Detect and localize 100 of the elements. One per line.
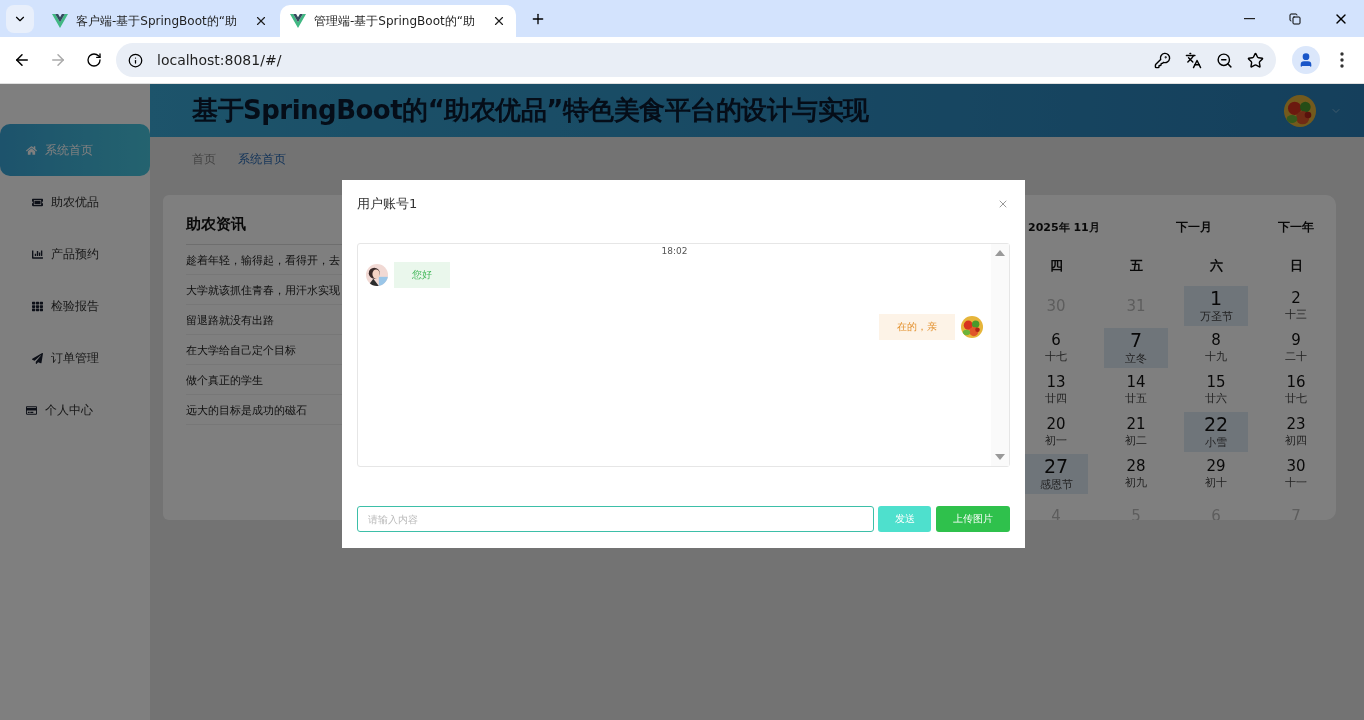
day-number: 27 xyxy=(1043,456,1069,477)
lunar-date: 十七 xyxy=(1045,348,1067,364)
day-number: 28 xyxy=(1126,458,1146,475)
home-icon xyxy=(26,144,37,156)
tab-title: 管理端-基于SpringBoot的“助 xyxy=(314,12,476,30)
lunar-date: 二十 xyxy=(1285,348,1307,364)
calendar-day[interactable]: 22 小雪 xyxy=(1184,412,1248,452)
calendar-day[interactable]: 16 廿七 xyxy=(1264,370,1328,410)
day-number: 6 xyxy=(1051,332,1061,349)
lunar-date: 十九 xyxy=(1205,348,1227,364)
message-input[interactable]: 请输入内容 xyxy=(357,506,875,532)
calendar-day[interactable]: 29 初十 xyxy=(1184,454,1248,494)
vue-logo-icon xyxy=(52,14,68,28)
day-number: 8 xyxy=(1211,332,1221,349)
lunar-date: 十一 xyxy=(1285,474,1307,490)
minimize-icon xyxy=(1243,17,1255,20)
calendar-day[interactable]: 7 立冬 xyxy=(1104,328,1168,368)
zoom-out-icon[interactable] xyxy=(1216,51,1233,69)
lunar-date: 立冬 xyxy=(1125,350,1147,366)
close-icon[interactable] xyxy=(492,14,506,28)
ticket-icon xyxy=(32,196,43,208)
restore-icon xyxy=(1289,12,1301,25)
day-number: 7 xyxy=(1129,330,1143,351)
message-bubble: 您好 xyxy=(394,262,450,288)
day-number: 29 xyxy=(1206,458,1226,475)
key-icon[interactable] xyxy=(1154,51,1171,69)
day-number: 16 xyxy=(1286,374,1306,391)
weekday-label: 四 xyxy=(1048,257,1064,275)
calendar-day[interactable]: 14 廿五 xyxy=(1104,370,1168,410)
scroll-up-icon[interactable] xyxy=(995,250,1005,256)
day-number: 9 xyxy=(1291,332,1301,349)
star-icon[interactable] xyxy=(1247,51,1264,69)
reload-icon xyxy=(86,52,102,68)
day-number: 22 xyxy=(1203,414,1229,435)
calendar-day[interactable]: 6 十七 xyxy=(1024,328,1088,368)
sidebar-item[interactable]: 产品预约 xyxy=(0,228,150,280)
translate-icon[interactable] xyxy=(1185,51,1202,69)
calendar-day[interactable]: 20 初一 xyxy=(1024,412,1088,452)
lunar-date: 廿四 xyxy=(1045,390,1067,406)
message-time: 18:02 xyxy=(661,246,688,256)
message-bubble: 在的，亲 xyxy=(879,314,955,340)
browser-tab[interactable]: 管理端-基于SpringBoot的“助 xyxy=(280,5,516,37)
lunar-date: 初二 xyxy=(1125,432,1147,448)
calendar-day[interactable]: 1 万圣节 xyxy=(1184,286,1248,326)
sidebar-item[interactable]: 订单管理 xyxy=(0,332,150,384)
next-year-button[interactable]: 下一年 xyxy=(1256,207,1336,247)
day-number: 13 xyxy=(1046,374,1066,391)
menu-icon xyxy=(1340,52,1344,68)
lunar-date: 初四 xyxy=(1285,432,1307,448)
info-icon[interactable] xyxy=(128,52,143,68)
sidebar-item[interactable]: 检验报告 xyxy=(0,280,150,332)
weekday-label: 五 xyxy=(1128,257,1144,275)
scroll-down-icon[interactable] xyxy=(995,454,1005,460)
day-number: 15 xyxy=(1206,374,1226,391)
breadcrumb-link[interactable]: 系统首页 xyxy=(238,150,286,168)
plane-icon xyxy=(32,352,43,364)
grid-icon xyxy=(32,300,43,312)
lunar-date: 万圣节 xyxy=(1199,308,1233,324)
address-bar[interactable]: localhost:8081/#/ xyxy=(116,43,1276,77)
calendar-day[interactable]: 27 感恩节 xyxy=(1024,454,1088,494)
day-number: 21 xyxy=(1126,416,1146,433)
day-number: 23 xyxy=(1286,416,1306,433)
calendar-day[interactable]: 13 廿四 xyxy=(1024,370,1088,410)
day-number: 2 xyxy=(1291,290,1301,307)
calendar-day[interactable]: 21 初二 xyxy=(1104,412,1168,452)
calendar-day[interactable]: 30 十一 xyxy=(1264,454,1328,494)
user-icon xyxy=(1298,52,1314,68)
lunar-date: 初九 xyxy=(1125,474,1147,490)
forward-arrow-icon xyxy=(49,51,67,69)
lunar-date: 初一 xyxy=(1045,432,1067,448)
next-month-button[interactable]: 下一月 xyxy=(1176,207,1256,247)
close-icon[interactable] xyxy=(254,14,268,28)
lunar-date: 廿七 xyxy=(1285,390,1307,406)
sidebar-item[interactable]: 助农优品 xyxy=(0,176,150,228)
day-number: 1 xyxy=(1209,288,1223,309)
sidebar-item[interactable]: 个人中心 xyxy=(0,384,150,436)
lunar-date: 初十 xyxy=(1205,474,1227,490)
close-icon xyxy=(997,198,1009,210)
calendar-day[interactable]: 8 十九 xyxy=(1184,328,1248,368)
lunar-date: 感恩节 xyxy=(1039,476,1073,492)
upload-button[interactable]: 上传图片 xyxy=(936,506,1010,532)
url-text: localhost:8081/#/ xyxy=(157,52,283,68)
weekday-label: 日 xyxy=(1288,257,1304,275)
weekday-label: 六 xyxy=(1208,257,1224,275)
day-number: 14 xyxy=(1126,374,1146,391)
calendar-day[interactable]: 15 廿六 xyxy=(1184,370,1248,410)
calendar-day[interactable]: 9 二十 xyxy=(1264,328,1328,368)
tab-title: 客户端-基于SpringBoot的“助 xyxy=(76,12,238,30)
dialog-title: 用户账号1 xyxy=(357,195,418,213)
calendar-day[interactable]: 23 初四 xyxy=(1264,412,1328,452)
vue-logo-icon xyxy=(290,14,306,28)
month-label: 2025年 11月 xyxy=(1027,219,1096,236)
lunar-date: 小雪 xyxy=(1205,434,1227,450)
lunar-date: 廿五 xyxy=(1125,390,1147,406)
profile-button[interactable] xyxy=(1292,46,1320,74)
day-number: 30 xyxy=(1286,458,1306,475)
browser-tab[interactable]: 客户端-基于SpringBoot的“助 xyxy=(42,5,278,37)
day-number: 20 xyxy=(1046,416,1066,433)
lunar-date: 廿六 xyxy=(1205,390,1227,406)
calendar-day[interactable]: 28 初九 xyxy=(1104,454,1168,494)
